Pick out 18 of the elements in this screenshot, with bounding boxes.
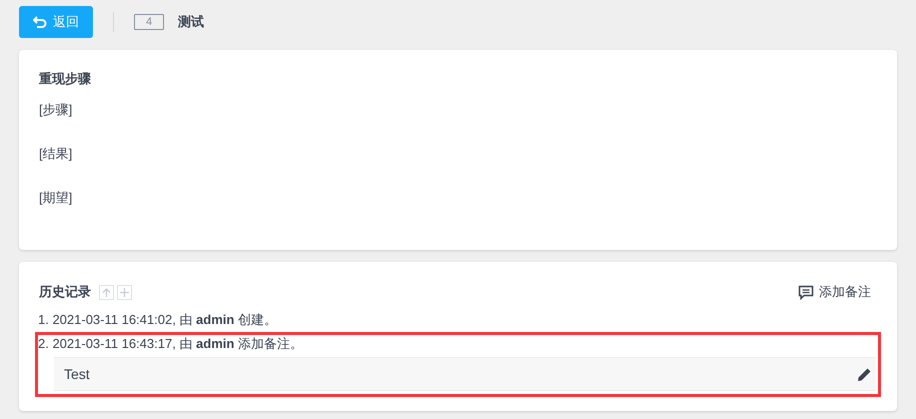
page-title: 测试 — [178, 13, 204, 32]
comment-text: Test — [64, 364, 90, 384]
sort-up-button[interactable] — [99, 284, 114, 300]
section-heading: 重现步骤 — [39, 70, 92, 88]
comment-icon — [798, 284, 814, 300]
section-heading: 历史记录 — [39, 283, 91, 302]
history-entry: 2. 2021-03-11 16:43:17, 由 admin 添加备注。 — [38, 335, 304, 353]
add-note-button[interactable]: 添加备注 — [798, 282, 871, 302]
history-entry: 1. 2021-03-11 16:41:02, 由 admin 创建。 — [38, 311, 278, 329]
edit-icon[interactable] — [857, 366, 872, 382]
step-line: [步骤] — [39, 101, 74, 119]
expand-button[interactable] — [117, 284, 132, 300]
plus-icon — [120, 288, 129, 296]
undo-icon — [33, 15, 47, 29]
id-badge: 4 — [134, 14, 164, 30]
step-line: [结果] — [39, 145, 74, 163]
arrow-up-icon — [102, 288, 111, 296]
step-line: [期望] — [39, 189, 74, 207]
